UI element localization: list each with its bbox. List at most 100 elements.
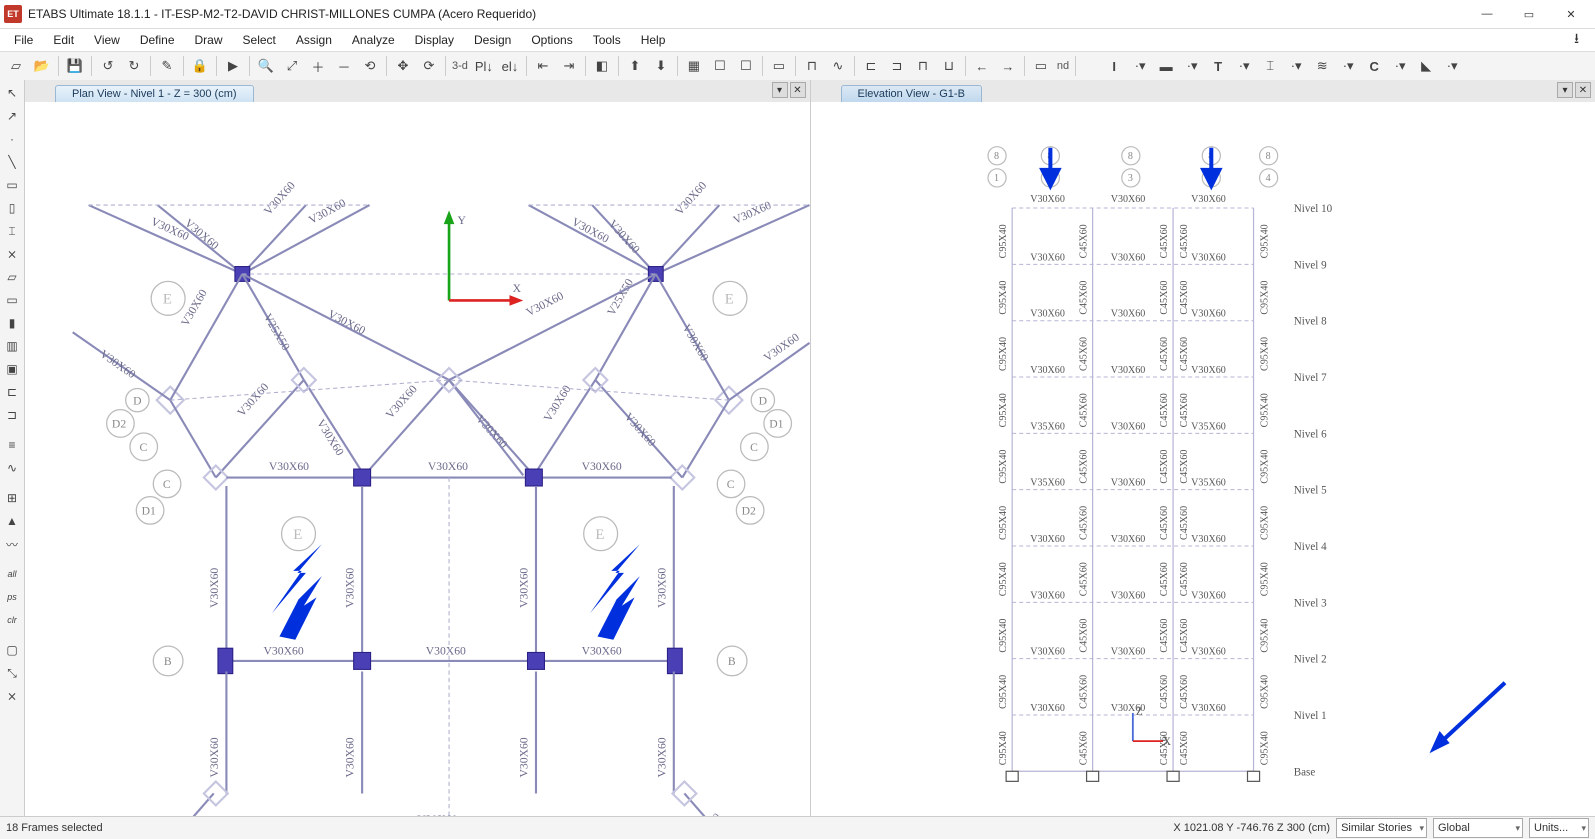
pan-icon[interactable]: ✥ [391,54,415,78]
elev-dropdown-icon[interactable]: ▾ [1557,82,1573,98]
draw-rect-icon[interactable]: ▭ [1,289,23,311]
elevation-view-tab[interactable]: Elevation View - G1-B [841,85,982,102]
ps-icon[interactable]: ps [1,586,23,608]
undo-icon[interactable]: ↺ [96,54,120,78]
draw-secondary-icon[interactable]: ⌶ [1,220,23,242]
show-frame-icon[interactable]: ☐ [708,54,732,78]
minimize-button[interactable]: — [1467,3,1507,25]
set2-icon[interactable]: ⊐ [885,54,909,78]
plan-view-icon[interactable]: Pl↓ [472,54,496,78]
draw-opening-icon[interactable]: ▣ [1,358,23,380]
perspective-icon[interactable]: ◧ [590,54,614,78]
story-mode-dropdown[interactable]: Similar Stories [1336,818,1427,838]
select-int-icon[interactable]: ⨯ [1,685,23,707]
draw-joint-icon[interactable]: · [1,128,23,150]
section-icon[interactable]: ▭ [767,54,791,78]
angle-icon[interactable]: ◣ [1414,54,1438,78]
pointer-icon[interactable]: ↖ [1,82,23,104]
plan-close-icon[interactable]: ✕ [790,82,806,98]
lock-icon[interactable]: 🔒 [188,54,212,78]
view3d-label[interactable]: 3-d [450,60,470,72]
nd-label[interactable]: nd [1055,60,1071,72]
i-dropdown-icon[interactable]: ·▾ [1128,54,1152,78]
select-line-icon[interactable]: ⤡ [1,662,23,684]
snap-mid-icon[interactable]: 〰 [1,533,23,555]
zoom-window-icon[interactable]: 🔍 [254,54,278,78]
draw-beam-icon[interactable]: ▭ [1,174,23,196]
draw-dim-icon[interactable]: ⊐ [1,404,23,426]
menu-assign[interactable]: Assign [288,31,340,49]
draw-region-icon[interactable]: ≡ [1,434,23,456]
slab-dropdown-icon[interactable]: ·▾ [1180,54,1204,78]
spring-icon[interactable]: ≋ [1310,54,1334,78]
redo-icon[interactable]: ↻ [122,54,146,78]
assign-left-icon[interactable]: ← [970,54,994,78]
set4-icon[interactable]: ⊔ [937,54,961,78]
menu-edit[interactable]: Edit [45,31,82,49]
draw-wallstack-icon[interactable]: ▥ [1,335,23,357]
joint-icon[interactable]: ∿ [826,54,850,78]
zoom-extents-icon[interactable]: ⤢ [280,54,304,78]
h-section-icon[interactable]: ⌶ [1258,54,1282,78]
draw-wall-icon[interactable]: ▮ [1,312,23,334]
plan-dropdown-icon[interactable]: ▾ [772,82,788,98]
elev-view-icon[interactable]: el↓ [498,54,522,78]
run-icon[interactable]: ▶ [221,54,245,78]
set3-icon[interactable]: ⊓ [911,54,935,78]
coord-system-dropdown[interactable]: Global [1433,818,1523,838]
menu-view[interactable]: View [86,31,128,49]
draw-tendon-icon[interactable]: ∿ [1,457,23,479]
assign-right-icon[interactable]: → [996,54,1020,78]
maximize-button[interactable]: ▭ [1509,3,1549,25]
spring-dropdown-icon[interactable]: ·▾ [1336,54,1360,78]
draw-floor-icon[interactable]: ▱ [1,266,23,288]
next-story-icon[interactable]: ⇥ [557,54,581,78]
extrude-icon[interactable]: ⊓ [800,54,824,78]
plan-view-tab[interactable]: Plan View - Nivel 1 - Z = 300 (cm) [55,85,254,102]
zoom-in-icon[interactable]: ＋ [306,54,330,78]
clr-icon[interactable]: clr [1,609,23,631]
zoom-out-icon[interactable]: － [332,54,356,78]
named-icon[interactable]: ▭ [1029,54,1053,78]
show-link-icon[interactable]: ☐ [734,54,758,78]
i-section-icon[interactable]: I [1102,54,1126,78]
prev-story-icon[interactable]: ⇤ [531,54,555,78]
h-dropdown-icon[interactable]: ·▾ [1284,54,1308,78]
t-dropdown-icon[interactable]: ·▾ [1232,54,1256,78]
menu-define[interactable]: Define [132,31,183,49]
menu-draw[interactable]: Draw [187,31,231,49]
open-icon[interactable]: 📂 [30,54,54,78]
menu-tools[interactable]: Tools [585,31,629,49]
rotate3d-icon[interactable]: ⟳ [417,54,441,78]
draw-column-icon[interactable]: ▯ [1,197,23,219]
c-section-icon[interactable]: C [1362,54,1386,78]
menu-analyze[interactable]: Analyze [344,31,403,49]
menu-select[interactable]: Select [235,31,284,49]
setdisplay-icon[interactable]: ⬇ [649,54,673,78]
show-shell-icon[interactable]: ▦ [682,54,706,78]
set1-icon[interactable]: ⊏ [859,54,883,78]
snap-grid-icon[interactable]: ⊞ [1,487,23,509]
slab-icon[interactable]: ▬ [1154,54,1178,78]
download-icon[interactable]: ⭳ [1574,28,1579,52]
reshape-icon[interactable]: ↗ [1,105,23,127]
c-dropdown-icon[interactable]: ·▾ [1388,54,1412,78]
elev-close-icon[interactable]: ✕ [1575,82,1591,98]
draw-brace-icon[interactable]: ⨯ [1,243,23,265]
elevation-view-canvas[interactable]: 8182838484V30X60V30X60V30X60Nivel 10Nive… [811,102,1595,817]
menu-display[interactable]: Display [407,31,462,49]
draw-line-icon[interactable]: ╲ [1,151,23,173]
objshrink-icon[interactable]: ⬆ [623,54,647,78]
save-icon[interactable]: 💾 [63,54,87,78]
new-model-icon[interactable]: ▱ [4,54,28,78]
refresh-icon[interactable]: ✎ [155,54,179,78]
select-poly-icon[interactable]: ▢ [1,639,23,661]
menu-help[interactable]: Help [633,31,674,49]
angle-dropdown-icon[interactable]: ·▾ [1440,54,1464,78]
snap-ends-icon[interactable]: ▲ [1,510,23,532]
draw-link-icon[interactable]: ⊏ [1,381,23,403]
t-section-icon[interactable]: T [1206,54,1230,78]
menu-design[interactable]: Design [466,31,519,49]
zoom-prev-icon[interactable]: ⟲ [358,54,382,78]
menu-options[interactable]: Options [523,31,580,49]
